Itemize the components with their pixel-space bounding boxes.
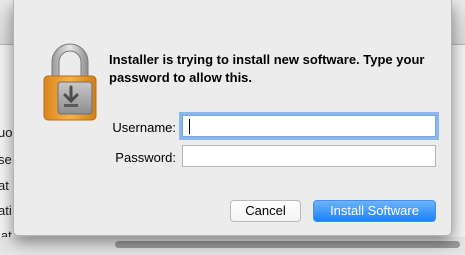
username-field[interactable] <box>182 115 436 137</box>
password-field[interactable] <box>182 145 436 167</box>
username-label: Username: <box>112 120 176 135</box>
password-label: Password: <box>115 150 176 165</box>
background-sidebar-text: at <box>0 178 9 193</box>
install-software-button[interactable]: Install Software <box>313 200 436 222</box>
background-sidebar-text: se <box>0 152 12 167</box>
background-sidebar-text: ati <box>0 203 12 218</box>
background-scrollbar[interactable] <box>115 241 460 248</box>
padlock-installer-icon <box>43 43 97 121</box>
authentication-dialog: Installer is trying to install new softw… <box>13 0 452 236</box>
cancel-button[interactable]: Cancel <box>230 200 301 222</box>
dialog-message: Installer is trying to install new softw… <box>109 52 425 85</box>
background-sidebar-text: uo <box>0 125 13 140</box>
text-cursor <box>189 119 190 134</box>
